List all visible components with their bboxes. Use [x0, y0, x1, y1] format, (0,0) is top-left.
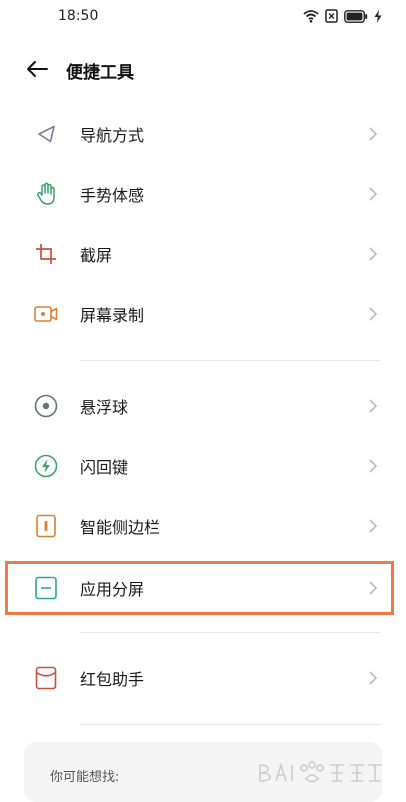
section-divider: [80, 360, 380, 361]
suggestion-title: 你可能想找:: [50, 770, 120, 785]
chevron-right-icon: [369, 127, 378, 141]
setting-smart-sidebar[interactable]: 智能侧边栏: [0, 496, 406, 556]
setting-gesture-motion[interactable]: 手势体感: [0, 164, 406, 224]
setting-label: 屏幕录制: [80, 306, 145, 325]
setting-label: 截屏: [80, 246, 113, 265]
setting-red-envelope-assistant[interactable]: 红包助手: [0, 648, 406, 708]
setting-label: 悬浮球: [80, 398, 129, 417]
crop-icon: [34, 242, 58, 266]
arrow-left-icon: [27, 61, 48, 77]
back-button[interactable]: [24, 56, 50, 82]
setting-label: 手势体感: [80, 186, 145, 205]
setting-label: 智能侧边栏: [80, 518, 161, 537]
watermark-logo-icon: [259, 761, 382, 783]
section-divider: [80, 632, 380, 633]
section-divider: [80, 724, 380, 725]
setting-flash-back-key[interactable]: 闪回键: [0, 436, 406, 496]
page-title: 便捷工具: [66, 63, 134, 83]
setting-floating-ball[interactable]: 悬浮球: [0, 376, 406, 436]
setting-label: 红包助手: [80, 670, 145, 689]
wifi-icon: [303, 10, 319, 23]
navigation-icon: [34, 122, 58, 146]
chevron-right-icon: [369, 671, 378, 685]
hand-icon: [34, 182, 58, 206]
status-icons: [303, 8, 382, 24]
setting-navigation-mode[interactable]: 导航方式: [0, 104, 406, 164]
sim-x-icon: [325, 9, 338, 23]
status-time: 18:50: [58, 8, 99, 24]
charging-icon: [374, 9, 382, 23]
chevron-right-icon: [369, 247, 378, 261]
setting-label: 应用分屏: [80, 580, 145, 599]
chevron-right-icon: [369, 519, 378, 533]
red-envelope-icon: [34, 666, 58, 690]
setting-screenshot[interactable]: 截屏: [0, 224, 406, 284]
sidebar-icon: [34, 514, 58, 538]
chevron-right-icon: [369, 187, 378, 201]
header: 便捷工具: [0, 50, 406, 90]
flash-key-icon: [34, 454, 58, 478]
setting-label: 导航方式: [80, 126, 145, 145]
split-screen-icon: [34, 576, 58, 600]
setting-app-split-screen[interactable]: 应用分屏: [0, 558, 406, 618]
video-record-icon: [34, 302, 58, 326]
setting-label: 闪回键: [80, 458, 129, 477]
chevron-right-icon: [369, 399, 378, 413]
chevron-right-icon: [369, 459, 378, 473]
chevron-right-icon: [369, 581, 378, 595]
chevron-right-icon: [369, 307, 378, 321]
setting-screen-recording[interactable]: 屏幕录制: [0, 284, 406, 344]
battery-icon: [344, 9, 368, 23]
floating-ball-icon: [34, 394, 58, 418]
status-bar: 18:50: [0, 0, 406, 34]
